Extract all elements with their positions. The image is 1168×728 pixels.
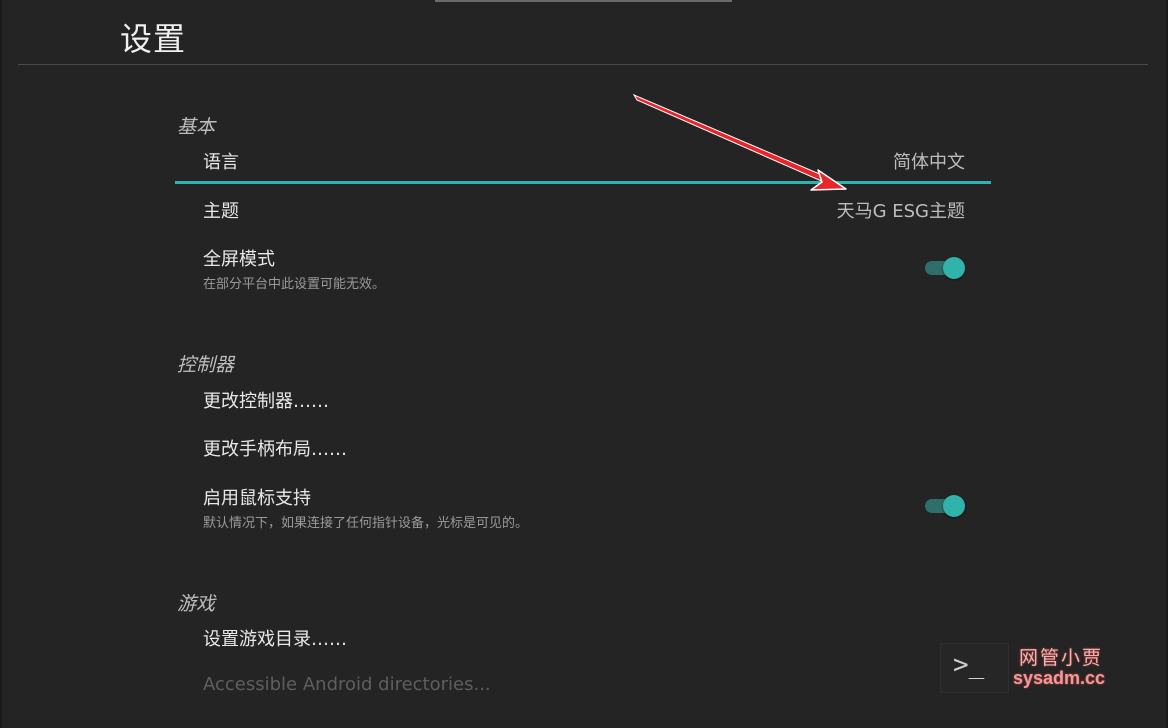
red-arrow-annotation xyxy=(632,93,847,191)
mouse-support-description: 默认情况下，如果连接了任何指针设备，光标是可见的。 xyxy=(203,516,529,531)
language-value[interactable]: 简体中文 xyxy=(893,148,965,174)
top-edge-bar xyxy=(435,0,732,2)
watermark-text-bottom: sysadm.cc xyxy=(1013,668,1106,688)
mouse-support-toggle[interactable] xyxy=(925,494,965,518)
toggle-thumb xyxy=(943,495,965,517)
focus-indicator xyxy=(175,181,991,184)
fullscreen-description: 在部分平台中此设置可能无效。 xyxy=(203,277,386,292)
watermark: 网管小贾 sysadm.cc xyxy=(1013,643,1113,693)
section-header-games: 游戏 xyxy=(177,593,216,615)
set-game-dir-item[interactable]: 设置游戏目录…… xyxy=(203,625,347,651)
page-title: 设置 xyxy=(120,20,187,58)
red-arrow-shaft xyxy=(632,93,830,184)
toggle-thumb xyxy=(943,257,965,279)
red-arrow-head xyxy=(810,169,847,191)
watermark-text-top: 网管小贾 xyxy=(1019,647,1104,669)
android-directories-item: Accessible Android directories... xyxy=(203,674,491,695)
title-divider xyxy=(18,64,1148,65)
theme-label[interactable]: 主题 xyxy=(203,197,239,223)
section-header-controllers: 控制器 xyxy=(177,354,235,376)
change-layout-item[interactable]: 更改手柄布局…… xyxy=(203,435,347,461)
mouse-support-label[interactable]: 启用鼠标支持 xyxy=(203,484,311,510)
terminal-icon: >_ xyxy=(953,650,985,680)
language-label[interactable]: 语言 xyxy=(203,148,239,174)
fullscreen-toggle[interactable] xyxy=(925,256,965,280)
terminal-button[interactable]: >_ xyxy=(940,643,1009,693)
change-controller-item[interactable]: 更改控制器…… xyxy=(203,387,329,413)
section-header-basic: 基本 xyxy=(177,116,216,138)
fullscreen-label[interactable]: 全屏模式 xyxy=(203,245,275,271)
left-edge xyxy=(0,0,2,728)
theme-value[interactable]: 天马G ESG主题 xyxy=(837,197,965,223)
